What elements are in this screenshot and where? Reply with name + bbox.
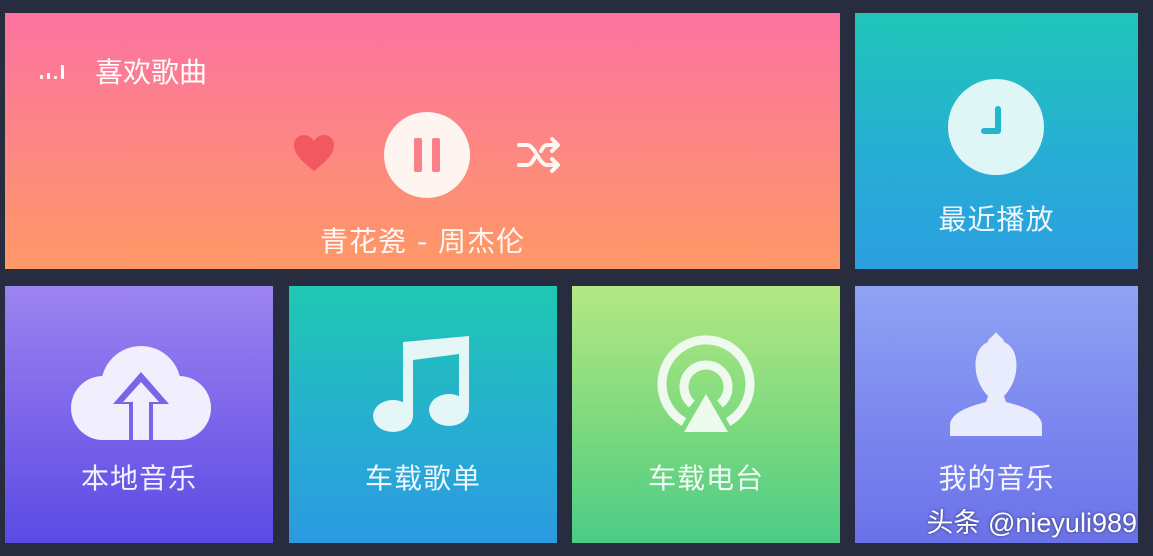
- cloud-upload-icon: [71, 346, 211, 440]
- car-radio-tile[interactable]: 车载电台: [572, 286, 840, 543]
- clock-icon: [948, 79, 1044, 175]
- pause-icon-bar: [432, 138, 440, 172]
- shuffle-icon[interactable]: [515, 135, 565, 175]
- favorites-tile[interactable]: 喜欢歌曲 青花瓷 - 周杰伦: [5, 13, 840, 269]
- my-music-label: 我的音乐: [938, 462, 1055, 495]
- favorites-title: 喜欢歌曲: [95, 56, 208, 89]
- car-radio-label: 车载电台: [647, 462, 764, 495]
- heart-icon[interactable]: [292, 133, 336, 173]
- signal-bars-icon: [40, 65, 66, 79]
- watermark-text: 头条 @nieyuli989: [926, 508, 1137, 538]
- car-playlist-label: 车载歌单: [364, 462, 481, 495]
- pause-button[interactable]: [384, 112, 470, 198]
- recent-label: 最近播放: [938, 203, 1055, 236]
- music-note-icon: [373, 336, 469, 432]
- now-playing-text: 青花瓷 - 周杰伦: [320, 225, 525, 258]
- local-music-tile[interactable]: 本地音乐: [5, 286, 273, 543]
- user-icon: [950, 332, 1042, 436]
- recent-tile[interactable]: 最近播放: [855, 13, 1138, 269]
- local-music-label: 本地音乐: [80, 462, 197, 495]
- pause-icon: [414, 138, 422, 172]
- radio-broadcast-icon: [657, 335, 755, 432]
- car-playlist-tile[interactable]: 车载歌单: [289, 286, 557, 543]
